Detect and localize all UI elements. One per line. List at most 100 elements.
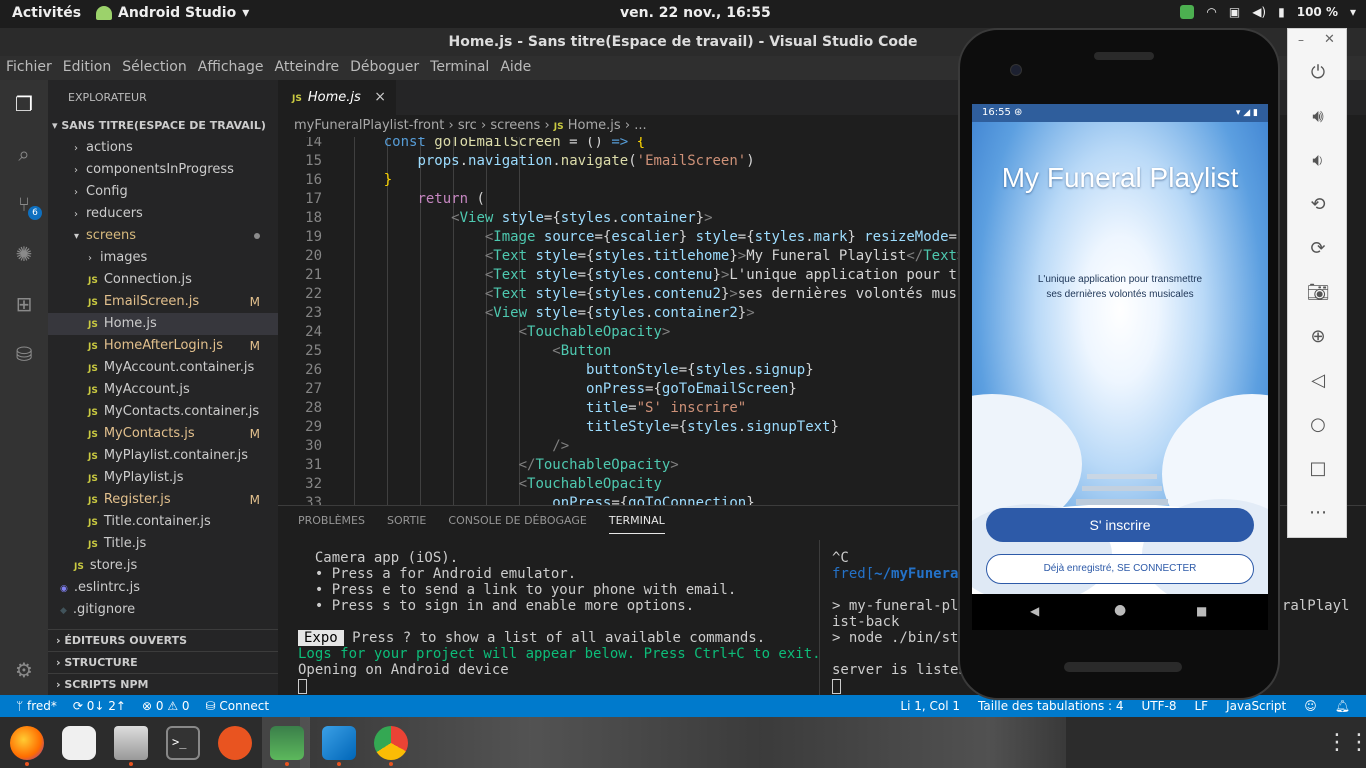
- volume-up-icon[interactable]: 🔊︎: [1306, 105, 1330, 129]
- tree-item-label: .eslintrc.js: [73, 580, 141, 595]
- firefox-icon[interactable]: [10, 726, 44, 760]
- breadcrumb-item[interactable]: myFuneralPlaylist-front: [294, 118, 444, 133]
- bell-icon[interactable]: 🔔︎: [1335, 695, 1350, 717]
- database-icon[interactable]: ⛁: [12, 342, 36, 366]
- tree-file[interactable]: ◆ .gitignore: [48, 599, 278, 621]
- camera-icon[interactable]: 📷︎: [1306, 281, 1330, 305]
- tree-folder[interactable]: › actions: [48, 137, 278, 159]
- back-icon[interactable]: ◀: [1030, 604, 1039, 618]
- tree-folder[interactable]: › reducers: [48, 203, 278, 225]
- phone-screen[interactable]: 16:55 ⊛ ▾ ◢ ▮ My Funeral Playlist L'uniq…: [972, 104, 1268, 594]
- breadcrumb-item[interactable]: ...: [634, 118, 646, 133]
- breadcrumb-item[interactable]: Home.js: [568, 118, 621, 133]
- app-grid-icon[interactable]: ⋮⋮: [1326, 726, 1366, 760]
- chrome-icon[interactable]: [374, 726, 408, 760]
- zoom-icon[interactable]: ⊕: [1306, 325, 1330, 349]
- more-icon[interactable]: ⋯: [1306, 501, 1330, 525]
- code-token: >: [661, 324, 671, 340]
- volume-down-icon[interactable]: 🔉︎: [1306, 149, 1330, 173]
- tab-home-js[interactable]: JS Home.js ×: [278, 80, 396, 115]
- tree-file[interactable]: JS MyContacts.container.js: [48, 401, 278, 423]
- tab-problems[interactable]: PROBLÈMES: [298, 514, 365, 534]
- home-icon[interactable]: ●: [1114, 602, 1126, 618]
- tree-file[interactable]: JS Connection.js: [48, 269, 278, 291]
- code-token: (: [468, 191, 485, 207]
- recents-icon[interactable]: ■: [1196, 604, 1207, 618]
- vscode-icon[interactable]: [322, 726, 356, 760]
- tree-file[interactable]: JS store.js: [48, 555, 278, 577]
- tree-file[interactable]: JS Title.container.js: [48, 511, 278, 533]
- clock[interactable]: ven. 22 nov., 16:55: [620, 5, 771, 21]
- tree-file[interactable]: JS Title.js: [48, 533, 278, 555]
- explorer-icon[interactable]: ❐: [12, 92, 36, 116]
- tree-folder[interactable]: › componentsInProgress: [48, 159, 278, 181]
- close-icon[interactable]: ✕: [1324, 32, 1335, 47]
- tree-file[interactable]: JS Register.js M: [48, 489, 278, 511]
- tab-terminal[interactable]: TERMINAL: [608, 514, 665, 534]
- source-control-icon[interactable]: ⑂ 6: [12, 192, 42, 220]
- git-branch[interactable]: ᛘ fred*: [16, 695, 57, 717]
- terminal-icon[interactable]: >_: [166, 726, 200, 760]
- extensions-icon[interactable]: ⊞: [12, 292, 36, 316]
- system-tray[interactable]: ◠ ▣ ◀) ▮ 100 % ▾: [1180, 5, 1356, 19]
- menu-view[interactable]: Affichage: [198, 56, 269, 80]
- connect-button[interactable]: ⛁ Connect: [206, 695, 270, 717]
- outline-section[interactable]: › STRUCTURE: [48, 651, 278, 673]
- problems-indicator[interactable]: ⊗ 0 ⚠ 0: [142, 695, 190, 717]
- rotate-right-icon[interactable]: ⟳: [1306, 237, 1330, 261]
- login-button[interactable]: Déjà enregistré, SE CONNECTER: [986, 554, 1254, 584]
- debug-icon[interactable]: ✺: [12, 242, 36, 266]
- tree-file[interactable]: JS MyPlaylist.js: [48, 467, 278, 489]
- tree-file[interactable]: ◉ .eslintrc.js: [48, 577, 278, 599]
- minimize-icon[interactable]: –: [1298, 33, 1304, 47]
- tree-file[interactable]: JS MyPlaylist.container.js: [48, 445, 278, 467]
- android-studio-icon[interactable]: [270, 726, 304, 760]
- tab-debug-console[interactable]: CONSOLE DE DÉBOGAGE: [448, 514, 586, 534]
- tab-output[interactable]: SORTIE: [387, 514, 426, 534]
- feedback-icon[interactable]: ☺: [1304, 695, 1317, 717]
- files-icon[interactable]: [114, 726, 148, 760]
- tree-file[interactable]: JS HomeAfterLogin.js M: [48, 335, 278, 357]
- overview-icon[interactable]: □: [1306, 457, 1330, 481]
- settings-gear-icon[interactable]: ⚙: [12, 658, 36, 682]
- tree-file[interactable]: JS MyAccount.container.js: [48, 357, 278, 379]
- back-icon[interactable]: ◁: [1306, 369, 1330, 393]
- close-icon[interactable]: ×: [374, 80, 386, 115]
- cursor-position[interactable]: Li 1, Col 1: [900, 695, 960, 717]
- npm-scripts-section[interactable]: › SCRIPTS NPM: [48, 673, 278, 695]
- tree-folder[interactable]: › Config: [48, 181, 278, 203]
- terminal-split-divider[interactable]: [819, 540, 820, 696]
- terminal-left[interactable]: Camera app (iOS). • Press a for Android …: [298, 550, 821, 694]
- rotate-left-icon[interactable]: ⟲: [1306, 193, 1330, 217]
- menu-file[interactable]: Fichier: [6, 56, 57, 80]
- tree-file[interactable]: JS EmailScreen.js M: [48, 291, 278, 313]
- code-token: 'EmailScreen': [636, 153, 747, 169]
- search-icon[interactable]: ⌕: [12, 142, 36, 166]
- code-token: TouchableOpacity: [527, 324, 662, 340]
- tree-file[interactable]: JS MyAccount.js: [48, 379, 278, 401]
- home-icon[interactable]: ○: [1306, 413, 1330, 437]
- tree-file[interactable]: JS MyContacts.js M: [48, 423, 278, 445]
- signup-button[interactable]: S' inscrire: [986, 508, 1254, 542]
- menu-debug[interactable]: Déboguer: [350, 56, 424, 80]
- menu-go[interactable]: Atteindre: [275, 56, 345, 80]
- breadcrumb-item[interactable]: src: [458, 118, 477, 133]
- breadcrumb-item[interactable]: screens: [490, 118, 540, 133]
- tree-folder[interactable]: › images: [48, 247, 278, 269]
- menu-edit[interactable]: Edition: [63, 56, 116, 80]
- software-center-icon[interactable]: [62, 726, 96, 760]
- menu-terminal[interactable]: Terminal: [430, 56, 494, 80]
- js-file-icon: JS: [88, 386, 98, 396]
- workspace-header[interactable]: ▾ SANS TITRE(ESPACE DE TRAVAIL): [48, 115, 278, 137]
- open-editors-section[interactable]: › ÉDITEURS OUVERTS: [48, 629, 278, 651]
- menu-selection[interactable]: Sélection: [122, 56, 192, 80]
- js-file-icon: JS: [553, 122, 564, 132]
- tree-folder[interactable]: ▾ screens: [48, 225, 278, 247]
- tree-file[interactable]: JS Home.js: [48, 313, 278, 335]
- app-menu[interactable]: Android Studio ▾: [96, 5, 249, 21]
- menu-help[interactable]: Aide: [500, 56, 536, 80]
- git-sync[interactable]: ⟳ 0↓ 2↑: [73, 695, 126, 717]
- power-icon[interactable]: ⏻: [1306, 61, 1330, 85]
- postman-icon[interactable]: [218, 726, 252, 760]
- activities-button[interactable]: Activités: [12, 5, 81, 21]
